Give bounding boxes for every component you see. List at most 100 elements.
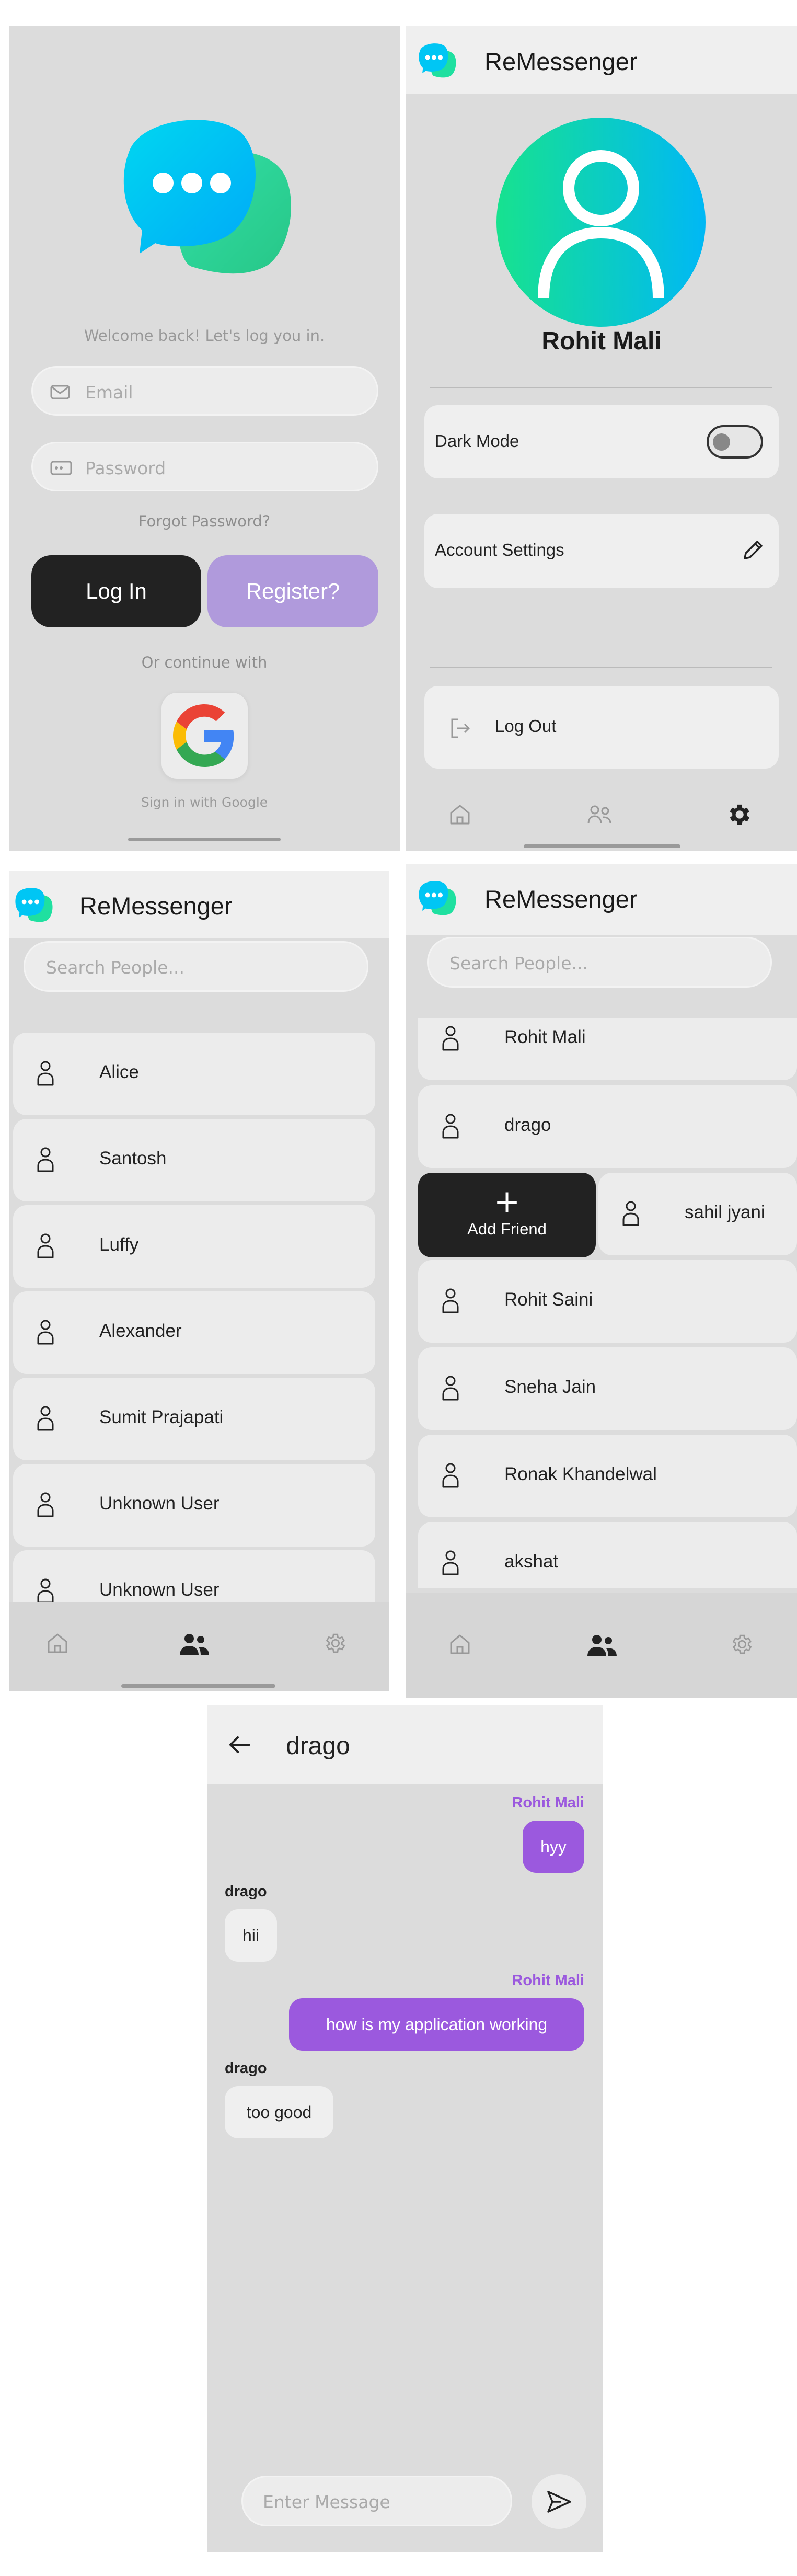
app-header: ReMessenger (406, 26, 797, 94)
chat-header: drago (207, 1705, 603, 1784)
home-icon[interactable] (45, 1631, 70, 1655)
list-item[interactable]: Sneha Jain (418, 1347, 797, 1430)
home-indicator (121, 1684, 275, 1688)
add-friend-button[interactable]: + Add Friend (418, 1173, 596, 1257)
person-icon (37, 1492, 54, 1517)
person-name: Rohit Mali (504, 1027, 586, 1047)
gear-icon[interactable] (729, 1632, 753, 1656)
person-icon (442, 1550, 459, 1575)
people-list: Rohit Mali drago + Add Friend sahil jyan… (418, 1018, 797, 1588)
message-sender: Rohit Mali (512, 1972, 584, 1989)
person-name: Alexander (99, 1321, 182, 1341)
search-input[interactable]: Search People... (24, 941, 368, 992)
account-settings-row[interactable]: Account Settings (424, 514, 779, 588)
person-name: Santosh (99, 1148, 167, 1169)
message-bubble-sent: how is my application working (289, 1998, 584, 2051)
register-button[interactable]: Register? (207, 555, 378, 627)
person-name: sahil jyani (685, 1202, 765, 1222)
toggle-knob (713, 433, 730, 451)
list-item[interactable]: Sumit Prajapati (13, 1378, 375, 1460)
person-icon (37, 1233, 54, 1258)
person-icon (37, 1320, 54, 1345)
settings-screen: ReMessenger Rohit Mali Dark Mode Account… (406, 26, 797, 851)
avatar[interactable] (496, 118, 706, 327)
app-logo-icon (419, 881, 456, 915)
logout-label: Log Out (495, 716, 557, 736)
logout-button[interactable]: Log Out (424, 686, 779, 769)
forgot-password-link[interactable]: Forgot Password? (9, 512, 400, 530)
app-title: ReMessenger (484, 885, 638, 913)
person-name: Alice (99, 1062, 139, 1082)
password-placeholder: Password (85, 458, 166, 478)
login-screen: Welcome back! Let's log you in. Email Pa… (9, 26, 400, 851)
dark-mode-row: Dark Mode (424, 405, 779, 478)
app-title: ReMessenger (79, 892, 233, 920)
email-field[interactable]: Email (31, 366, 378, 416)
list-item[interactable]: akshat (418, 1522, 797, 1588)
list-item[interactable]: Alexander (13, 1291, 375, 1374)
send-icon (547, 2491, 571, 2513)
users-icon[interactable] (586, 803, 614, 827)
login-button[interactable]: Log In (31, 555, 201, 627)
app-logo-icon (123, 120, 292, 274)
home-icon[interactable] (448, 803, 472, 827)
list-item[interactable]: Unknown User (13, 1464, 375, 1547)
list-item[interactable]: Ronak Khandelwal (418, 1435, 797, 1517)
person-icon (442, 1026, 459, 1051)
list-item[interactable]: Alice (13, 1033, 375, 1115)
search-input[interactable]: Search People... (427, 937, 772, 988)
home-icon[interactable] (448, 1632, 472, 1656)
app-header: ReMessenger (9, 871, 389, 938)
send-button[interactable] (532, 2474, 586, 2529)
person-icon (442, 1376, 459, 1401)
list-item[interactable]: Luffy (13, 1205, 375, 1288)
person-name: Sneha Jain (504, 1377, 596, 1397)
dark-mode-toggle[interactable] (707, 425, 763, 459)
list-item[interactable]: Santosh (13, 1119, 375, 1201)
or-continue-text: Or continue with (141, 654, 268, 671)
message-input-placeholder: Enter Message (263, 2492, 390, 2512)
message-input[interactable]: Enter Message (241, 2476, 512, 2526)
people-swipe-screen: ReMessenger Search People... Rohit Mali … (406, 864, 797, 1698)
app-logo-icon (15, 888, 53, 922)
users-icon[interactable] (179, 1631, 210, 1657)
user-icon (538, 150, 664, 298)
gear-icon[interactable] (322, 1631, 346, 1655)
gear-icon[interactable] (725, 801, 752, 828)
person-name: akshat (504, 1551, 559, 1572)
person-icon (442, 1463, 459, 1488)
person-icon (37, 1147, 54, 1172)
message-bubble-sent: hyy (523, 1821, 584, 1873)
list-item[interactable]: Rohit Mali (418, 1018, 797, 1080)
person-icon (442, 1288, 459, 1313)
list-item[interactable]: drago (418, 1085, 797, 1168)
list-item[interactable]: Unknown User (13, 1550, 375, 1602)
person-icon (622, 1201, 639, 1226)
dark-mode-label: Dark Mode (435, 431, 519, 451)
bottom-nav (406, 1593, 797, 1698)
person-icon (37, 1061, 54, 1086)
home-indicator (524, 844, 680, 848)
account-settings-label: Account Settings (435, 540, 564, 559)
back-arrow-icon[interactable] (227, 1734, 251, 1755)
person-name: Luffy (99, 1234, 139, 1255)
list-item[interactable]: sahil jyani (598, 1173, 797, 1255)
person-name: Ronak Khandelwal (504, 1464, 657, 1484)
app-header: ReMessenger (406, 864, 797, 935)
person-name: Unknown User (99, 1493, 220, 1514)
message-bubble-received: too good (225, 2086, 333, 2138)
password-field[interactable]: Password (31, 442, 378, 491)
mail-icon (50, 385, 70, 399)
message-sender: drago (225, 1883, 267, 1900)
list-item[interactable]: Rohit Saini (418, 1260, 797, 1343)
person-name: Rohit Saini (504, 1289, 593, 1310)
google-icon (173, 704, 234, 767)
email-placeholder: Email (85, 382, 133, 403)
divider (430, 667, 772, 668)
people-list: Alice Santosh Luffy Alexander Sumit Praj… (13, 1027, 375, 1602)
google-signin-button[interactable] (161, 693, 248, 779)
chat-screen: drago Rohit Mali hyy drago hii Rohit Mal… (207, 1705, 603, 2552)
plus-icon: + (493, 1183, 521, 1220)
app-title: ReMessenger (484, 48, 638, 75)
users-icon[interactable] (586, 1632, 618, 1658)
